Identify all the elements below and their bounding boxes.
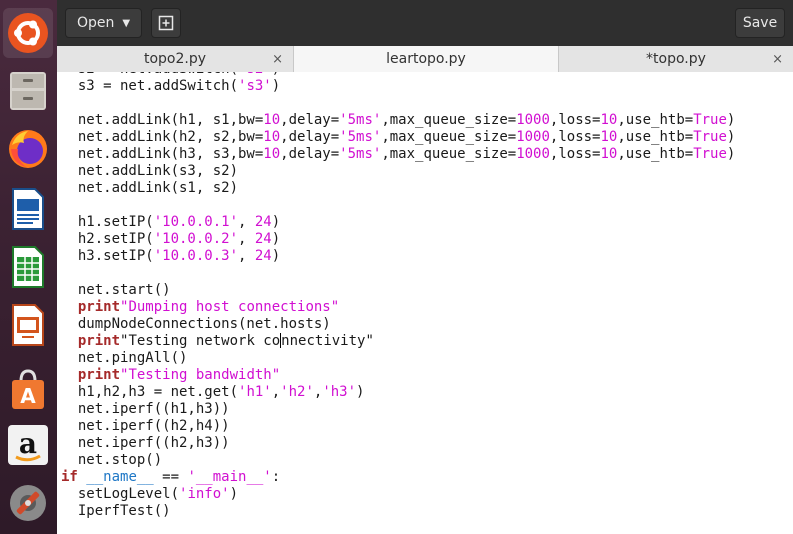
svg-text:A: A <box>20 384 36 408</box>
calc-icon[interactable] <box>3 242 53 292</box>
code-line[interactable]: print"Testing network connectivity" <box>61 333 735 350</box>
tab-topo2[interactable]: topo2.py × <box>57 46 293 72</box>
files-icon[interactable] <box>3 66 53 116</box>
code-line[interactable] <box>61 265 735 282</box>
new-document-icon <box>158 15 174 31</box>
ubuntu-icon[interactable] <box>3 8 53 58</box>
code-line[interactable]: net.stop() <box>61 452 735 469</box>
code-line[interactable]: net.iperf((h2,h4)) <box>61 418 735 435</box>
close-icon[interactable]: × <box>772 52 783 67</box>
code-line[interactable] <box>61 95 735 112</box>
code-line[interactable]: if __name__ == '__main__': <box>61 469 735 486</box>
code-line[interactable]: h3.setIP('10.0.0.3', 24) <box>61 248 735 265</box>
code-line[interactable]: s3 = net.addSwitch('s3') <box>61 78 735 95</box>
code-line[interactable]: h1.setIP('10.0.0.1', 24) <box>61 214 735 231</box>
save-label: Save <box>742 15 778 31</box>
code-line[interactable]: net.iperf((h1,h3)) <box>61 401 735 418</box>
software-icon[interactable]: A <box>3 364 53 414</box>
code-line[interactable]: dumpNodeConnections(net.hosts) <box>61 316 735 333</box>
tab-bar: topo2.py × leartopo.py *topo.py × <box>57 46 793 73</box>
text-editor[interactable]: s2 = net.addSwitch('s2') s3 = net.addSwi… <box>57 72 793 534</box>
code-line[interactable]: h2.setIP('10.0.0.2', 24) <box>61 231 735 248</box>
code-line[interactable]: h1,h2,h3 = net.get('h1','h2','h3') <box>61 384 735 401</box>
save-button[interactable]: Save <box>735 8 785 38</box>
code-line[interactable]: net.addLink(s1, s2) <box>61 180 735 197</box>
tab-leartopo[interactable]: leartopo.py <box>293 46 559 72</box>
open-button[interactable]: Open ▼ <box>65 8 142 38</box>
code-line[interactable]: IperfTest() <box>61 503 735 520</box>
code-line[interactable] <box>61 197 735 214</box>
code-line[interactable]: print"Dumping host connections" <box>61 299 735 316</box>
tab-label: *topo.py <box>646 51 706 67</box>
settings-icon[interactable] <box>3 478 53 528</box>
amazon-icon[interactable]: a <box>3 420 53 470</box>
code-line[interactable]: net.start() <box>61 282 735 299</box>
code-line[interactable]: net.addLink(h2, s2,bw=10,delay='5ms',max… <box>61 129 736 146</box>
code-line[interactable]: net.addLink(h3, s3,bw=10,delay='5ms',max… <box>61 146 736 163</box>
code-line[interactable]: net.pingAll() <box>61 350 735 367</box>
chevron-down-icon: ▼ <box>122 17 131 29</box>
code-line[interactable]: net.addLink(h1, s1,bw=10,delay='5ms',max… <box>61 112 736 129</box>
tab-topo[interactable]: *topo.py × <box>559 46 793 72</box>
code-view[interactable]: s2 = net.addSwitch('s2') s3 = net.addSwi… <box>61 72 735 520</box>
code-line[interactable]: print"Testing bandwidth" <box>61 367 735 384</box>
impress-icon[interactable] <box>3 300 53 350</box>
svg-text:a: a <box>19 427 37 460</box>
tab-label: topo2.py <box>143 51 207 67</box>
tab-label: leartopo.py <box>386 51 466 67</box>
open-label: Open <box>76 15 115 31</box>
code-line[interactable]: net.addLink(s3, s2) <box>61 163 735 180</box>
close-icon[interactable]: × <box>272 52 283 67</box>
launcher-dock: A a <box>0 0 57 534</box>
code-line[interactable]: net.iperf((h2,h3)) <box>61 435 735 452</box>
writer-icon[interactable] <box>3 184 53 234</box>
firefox-icon[interactable] <box>3 124 53 174</box>
header-bar: Open ▼ Save <box>57 0 793 46</box>
code-line[interactable]: setLogLevel('info') <box>61 486 735 503</box>
new-tab-button[interactable] <box>151 8 181 38</box>
text-caret <box>280 333 282 348</box>
